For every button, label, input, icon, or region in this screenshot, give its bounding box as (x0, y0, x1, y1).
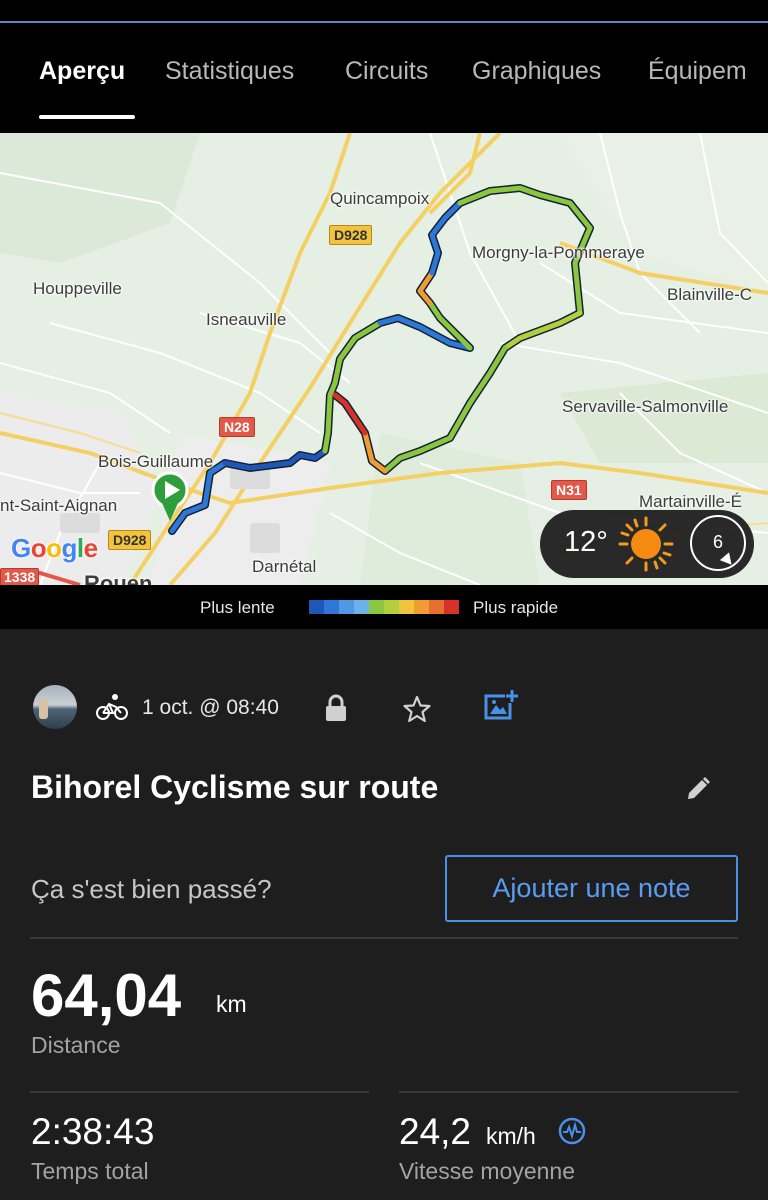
town-label: nt-Saint-Aignan (0, 496, 118, 515)
sun-icon (618, 516, 674, 572)
divider (399, 1091, 738, 1093)
total-time-value: 2:38:43 (31, 1111, 155, 1152)
road-badge: 1338 (0, 568, 40, 585)
tab-equipement[interactable]: Équipem (648, 57, 747, 86)
avatar[interactable] (33, 685, 77, 729)
town-label: Isneauville (206, 310, 287, 329)
divider (30, 937, 738, 939)
avg-speed-label: Vitesse moyenne (399, 1158, 576, 1184)
town-label: Quincampoix (330, 189, 430, 208)
google-letter: o (30, 533, 47, 563)
total-time-label: Temps total (31, 1158, 149, 1184)
distance-value: 64,04 (31, 962, 182, 1029)
speed-gradient (309, 600, 459, 614)
fast-label: Plus rapide (473, 598, 559, 617)
road-badge: D928 (108, 530, 152, 550)
feedback-question: Ça s'est bien passé? (31, 874, 272, 904)
slow-label: Plus lente (200, 598, 275, 617)
activity-date: 1 oct. @ 08:40 (142, 696, 279, 719)
route-map[interactable]: Quincampoix Morgny-la-Pommeraye Houppevi… (0, 133, 768, 585)
road-badge: N31 (551, 480, 587, 500)
edit-pencil-icon[interactable] (684, 775, 712, 803)
avg-speed-unit: km/h (486, 1123, 536, 1149)
tab-graphiques[interactable]: Graphiques (472, 57, 601, 86)
wind-speed: 6 (712, 532, 723, 552)
tab-apercu[interactable]: Aperçu (39, 57, 125, 86)
distance-label: Distance (31, 1032, 121, 1058)
google-letter: e (83, 533, 98, 563)
town-label: Houppeville (33, 279, 122, 298)
road-badge: D928 (329, 225, 373, 245)
town-label: Martainville-É (639, 492, 742, 511)
wind-indicator: 6 (690, 515, 746, 571)
activity-title: Bihorel Cyclisme sur route (31, 769, 439, 805)
google-letter: o (46, 533, 62, 563)
google-logo[interactable]: Google (11, 533, 98, 564)
bike-icon (96, 694, 128, 720)
town-label: Bois-Guillaume (98, 452, 214, 471)
lock-icon[interactable] (325, 694, 347, 722)
star-icon[interactable] (402, 695, 432, 723)
town-label: Blainville-C (667, 285, 753, 304)
pulse-info-icon[interactable] (558, 1117, 586, 1145)
activity-panel: 1 oct. @ 08:40 Bihorel Cyclisme sur rout… (0, 629, 768, 1200)
active-tab-indicator (39, 115, 135, 119)
town-label: Servaville-Salmonville (562, 397, 729, 416)
wind-arrow-icon (719, 552, 737, 569)
temperature: 12° (564, 526, 608, 558)
distance-unit: km (216, 991, 247, 1017)
town-label: Rouen (84, 571, 153, 585)
google-letter: l (76, 533, 84, 563)
tab-circuits[interactable]: Circuits (345, 57, 428, 86)
road-badge: N28 (219, 417, 255, 437)
town-label: Darnétal (252, 557, 317, 576)
weather-pill[interactable]: 12° 6 (540, 510, 754, 578)
avg-speed-value: 24,2 (399, 1111, 472, 1152)
town-label: Morgny-la-Pommeraye (472, 243, 645, 262)
tab-bar: Aperçu Statistiques Circuits Graphiques … (0, 23, 768, 133)
google-letter: g (61, 533, 78, 563)
google-letter: G (11, 533, 31, 563)
divider (30, 1091, 369, 1093)
add-photo-icon[interactable] (483, 688, 519, 722)
tab-statistiques[interactable]: Statistiques (165, 57, 294, 86)
speed-legend: Plus lente Plus rapide (0, 585, 768, 629)
add-note-button[interactable]: Ajouter une note (445, 855, 738, 922)
